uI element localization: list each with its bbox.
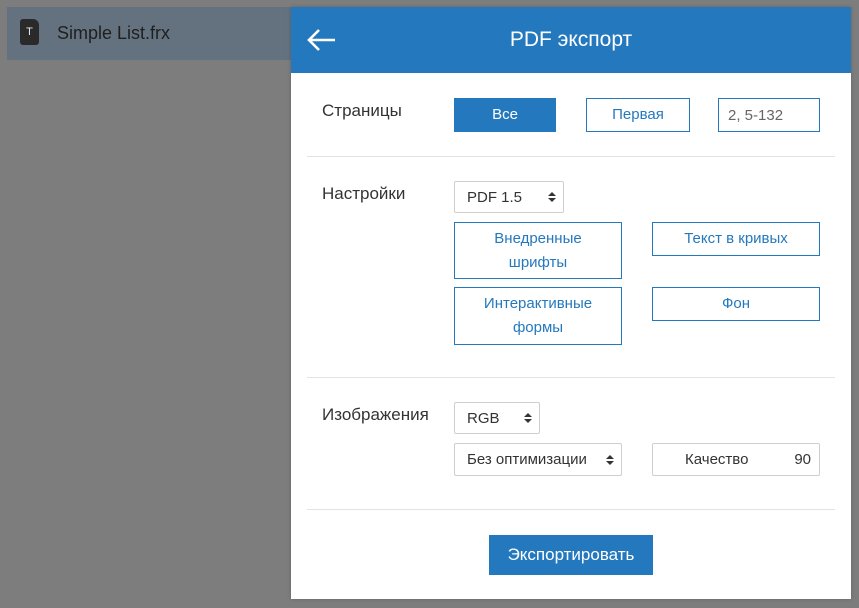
pages-label: Страницы [322,101,402,120]
file-icon: T [20,19,39,45]
divider [307,156,835,157]
sort-arrows-icon [541,191,563,203]
quality-value: 90 [794,451,811,468]
pdf-export-dialog: PDF экспорт Страницы Все Первая 2, 5-132… [291,7,851,599]
dialog-header: PDF экспорт [291,7,851,73]
file-tab[interactable]: T Simple List.frx [7,7,307,60]
settings-label: Настройки [322,184,406,203]
page-range-value: 2, 5-132 [728,106,784,124]
optimization-select[interactable]: Без оптимизации [454,443,622,476]
pdf-version-select[interactable]: PDF 1.5 [454,181,564,213]
images-label: Изображения [322,405,429,424]
file-icon-letter: T [26,26,33,38]
quality-label: Качество [685,451,749,468]
dialog-title: PDF экспорт [509,28,633,51]
divider [307,509,835,510]
sort-arrows-icon [599,454,621,466]
pdf-version-value: PDF 1.5 [467,188,523,206]
export-button[interactable]: Экспортировать [489,535,653,575]
background-button[interactable]: Фон [652,287,820,321]
page-range-input[interactable]: 2, 5-132 [718,98,820,132]
divider [307,377,835,378]
color-space-value: RGB [467,409,500,427]
embedded-fonts-button[interactable]: Внедренные шрифты [454,222,622,279]
pages-first-button[interactable]: Первая [586,98,690,132]
file-name: Simple List.frx [57,23,171,43]
color-space-select[interactable]: RGB [454,402,540,434]
sort-arrows-icon [517,412,539,424]
interactive-forms-button[interactable]: Интерактивные формы [454,287,622,345]
text-in-curves-button[interactable]: Текст в кривых [652,222,820,256]
optimization-value: Без оптимизации [467,451,587,468]
quality-field[interactable]: Качество 90 [652,443,820,476]
pages-all-button[interactable]: Все [454,98,556,132]
